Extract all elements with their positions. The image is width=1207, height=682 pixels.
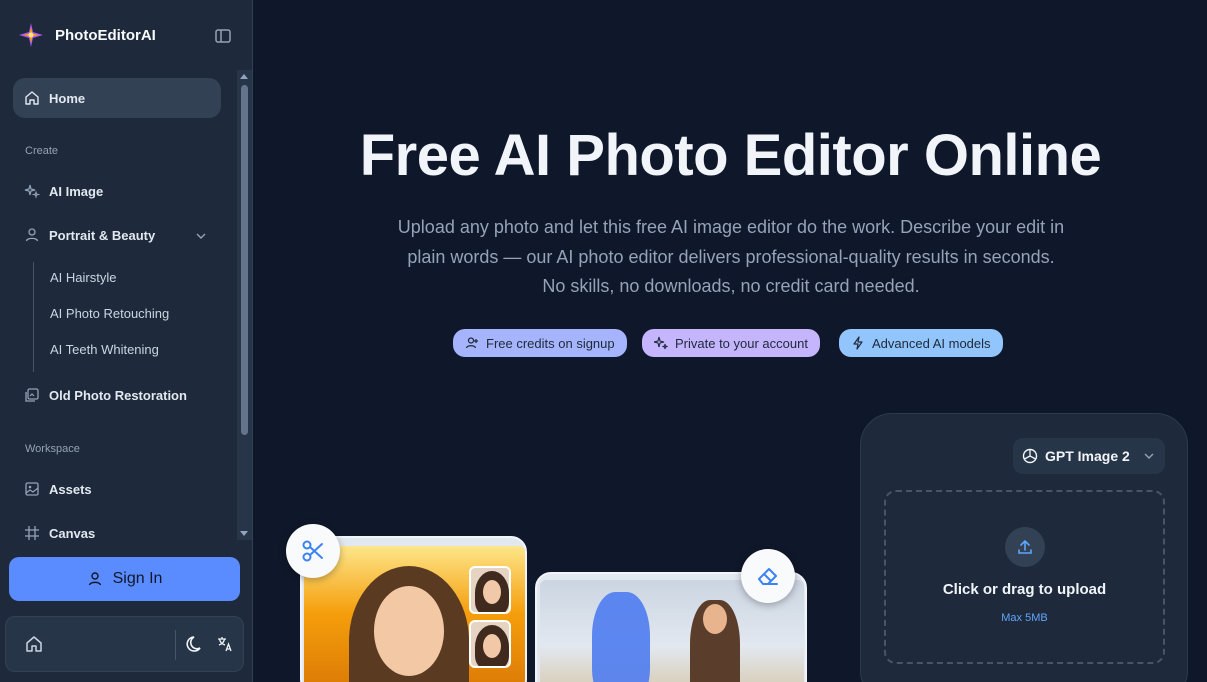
image-icon bbox=[25, 482, 39, 496]
sidebar-item-label: Home bbox=[49, 90, 86, 106]
sparkles-icon bbox=[654, 336, 668, 350]
badge-label: Free credits on signup bbox=[486, 335, 615, 351]
sidebar-toggle-icon[interactable] bbox=[214, 27, 232, 45]
lightning-icon bbox=[853, 336, 863, 350]
chevron-down-icon[interactable] bbox=[195, 230, 207, 242]
section-label-create: Create bbox=[25, 145, 59, 157]
upload-card: GPT Image 2 Click or drag to upload Max … bbox=[860, 413, 1188, 682]
scissors-icon bbox=[302, 540, 323, 562]
sidebar-subitem-ai-teeth-whitening[interactable]: AI Teeth Whitening bbox=[50, 342, 159, 357]
user-icon bbox=[88, 572, 101, 586]
portrait-photo bbox=[304, 546, 525, 682]
photo-restore-icon bbox=[25, 388, 39, 402]
nav-list: Home Create AI Image Portrait & Beauty A… bbox=[0, 70, 237, 540]
hash-frame-icon bbox=[25, 526, 39, 540]
brand[interactable]: PhotoEditorAI bbox=[18, 20, 156, 50]
section-label-workspace: Workspace bbox=[25, 443, 80, 455]
sidebar-scrollbar[interactable] bbox=[237, 70, 252, 540]
sign-in-label: Sign In bbox=[112, 570, 163, 587]
sidebar-item-label: Old Photo Restoration bbox=[49, 387, 187, 403]
user-icon bbox=[25, 228, 39, 242]
person-face bbox=[703, 604, 727, 634]
logo-icon bbox=[19, 23, 43, 47]
model-select[interactable]: GPT Image 2 bbox=[1013, 438, 1165, 474]
scissors-badge bbox=[286, 524, 340, 578]
upload-icon-circle bbox=[1005, 527, 1045, 567]
upload-dropzone[interactable]: Click or drag to upload Max 5MB bbox=[884, 490, 1165, 664]
home-icon[interactable] bbox=[24, 634, 44, 654]
upload-icon bbox=[1018, 540, 1032, 554]
scroll-thumb[interactable] bbox=[241, 85, 248, 435]
badge-free-credits: Free credits on signup bbox=[453, 329, 627, 357]
sidebar-item-home[interactable]: Home bbox=[13, 78, 221, 118]
selection-mask bbox=[592, 592, 650, 682]
model-select-value: GPT Image 2 bbox=[1045, 448, 1130, 464]
app-name: PhotoEditorAI bbox=[55, 26, 156, 44]
footer-divider bbox=[175, 630, 176, 660]
badge-label: Private to your account bbox=[675, 335, 808, 351]
eraser-badge bbox=[741, 549, 795, 603]
hero-subtitle: Upload any photo and let this free AI im… bbox=[397, 217, 1065, 296]
sidebar-item-ai-image[interactable]: AI Image bbox=[13, 171, 221, 211]
submenu-divider bbox=[33, 262, 34, 372]
sidebar-footer bbox=[5, 616, 244, 672]
sidebar-subitem-ai-hairstyle[interactable]: AI Hairstyle bbox=[50, 270, 116, 285]
sidebar-item-old-photo-restoration[interactable]: Old Photo Restoration bbox=[13, 375, 221, 415]
translate-icon[interactable] bbox=[216, 635, 234, 653]
openai-icon bbox=[1022, 448, 1038, 464]
sidebar-item-canvas[interactable]: Canvas bbox=[13, 513, 221, 540]
badge-private: Private to your account bbox=[642, 329, 820, 357]
scroll-up-arrow[interactable] bbox=[240, 74, 248, 79]
portrait-face bbox=[374, 586, 444, 676]
upload-size-hint: Max 5MB bbox=[1001, 612, 1048, 624]
sidebar-item-label: AI Image bbox=[49, 183, 104, 199]
sidebar-item-portrait-beauty[interactable]: Portrait & Beauty bbox=[13, 215, 221, 255]
sidebar: PhotoEditorAI Home Create AI Image Portr… bbox=[0, 0, 253, 682]
sidebar-item-label: Canvas bbox=[49, 525, 96, 541]
eraser-icon bbox=[758, 568, 778, 585]
scroll-down-arrow[interactable] bbox=[240, 531, 248, 536]
page-title: Free AI Photo Editor Online bbox=[359, 123, 1102, 188]
sidebar-item-label: Portrait & Beauty bbox=[49, 227, 156, 243]
home-icon bbox=[25, 91, 39, 105]
badge-label: Advanced AI models bbox=[872, 335, 991, 351]
chevron-down-icon bbox=[1144, 453, 1154, 459]
hairstyle-thumbnail bbox=[469, 566, 511, 614]
moon-icon[interactable] bbox=[186, 634, 206, 654]
upload-title: Click or drag to upload bbox=[942, 581, 1107, 598]
sidebar-subitem-ai-photo-retouching[interactable]: AI Photo Retouching bbox=[50, 306, 169, 321]
sidebar-item-label: Assets bbox=[49, 481, 92, 497]
sidebar-item-assets[interactable]: Assets bbox=[13, 469, 221, 509]
sparkles-icon bbox=[24, 184, 40, 199]
badge-advanced-models: Advanced AI models bbox=[839, 329, 1003, 357]
sign-in-button[interactable]: Sign In bbox=[9, 557, 240, 601]
user-plus-icon bbox=[465, 337, 478, 349]
hairstyle-thumbnail bbox=[469, 620, 511, 668]
